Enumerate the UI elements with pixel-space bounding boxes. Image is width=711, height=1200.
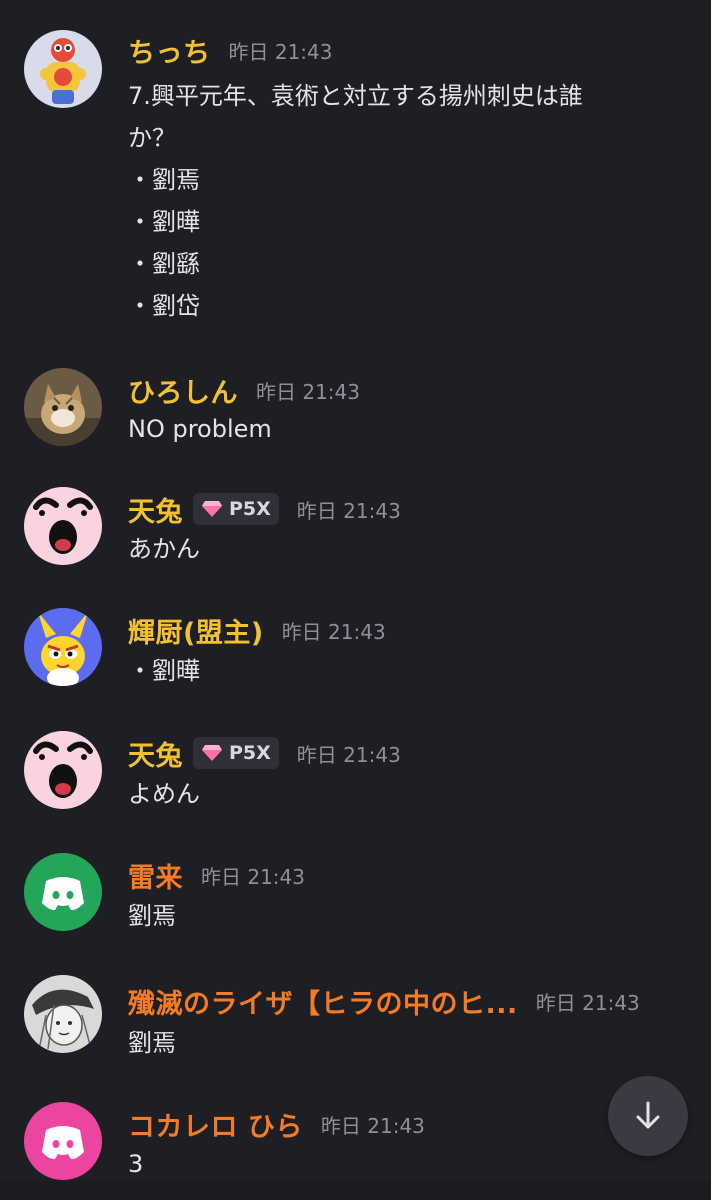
bottom-edge xyxy=(0,1182,711,1200)
message-header: 雷来 昨日 21:43 xyxy=(128,855,305,895)
discord-logo-icon xyxy=(42,877,84,911)
message-content: あかん xyxy=(128,535,200,563)
avatar[interactable] xyxy=(24,1102,102,1180)
gem-icon xyxy=(202,745,222,761)
server-tag-badge[interactable]: P5X xyxy=(193,737,279,769)
message-content: 7.興平元年、袁術と対立する揚州刺史は誰 か？ ・劉焉 ・劉曄 ・劉繇 ・劉岱 xyxy=(128,75,583,327)
gem-icon xyxy=(202,501,222,517)
author-name[interactable]: 殲滅のライザ【ヒラの中のヒ... xyxy=(128,982,518,1021)
timestamp: 昨日 21:43 xyxy=(296,498,401,523)
message-line: ・劉繇 xyxy=(128,250,200,278)
timestamp: 昨日 21:43 xyxy=(228,39,333,64)
message-content: 劉焉 xyxy=(128,902,176,930)
avatar-image xyxy=(24,368,102,446)
timestamp: 昨日 21:43 xyxy=(535,990,640,1015)
avatar-image xyxy=(24,1102,102,1180)
avatar-image xyxy=(24,975,102,1053)
author-name[interactable]: 雷来 xyxy=(128,856,183,895)
timestamp: 昨日 21:43 xyxy=(296,742,401,767)
badge-label: P5X xyxy=(229,498,271,520)
timestamp: 昨日 21:43 xyxy=(256,379,360,404)
message-content: 3 xyxy=(128,1150,144,1178)
avatar-image xyxy=(24,731,102,809)
avatar[interactable] xyxy=(24,368,102,446)
message-line: ・劉岱 xyxy=(128,292,200,320)
message-header: ひろしん 昨日 21:43 xyxy=(128,370,360,410)
message-header: 輝厨(盟主) 昨日 21:43 xyxy=(128,610,386,650)
author-name[interactable]: 輝厨(盟主) xyxy=(128,611,264,650)
timestamp: 昨日 21:43 xyxy=(320,1113,425,1138)
scroll-to-bottom-button[interactable] xyxy=(608,1076,688,1156)
timestamp: 昨日 21:43 xyxy=(201,864,305,889)
avatar[interactable] xyxy=(24,975,102,1053)
avatar[interactable] xyxy=(24,30,102,108)
message-content: よめん xyxy=(128,780,200,808)
message-line: ・劉曄 xyxy=(128,208,200,236)
author-name[interactable]: ちっち xyxy=(128,31,211,70)
author-name[interactable]: ひろしん xyxy=(128,371,238,410)
arrow-down-icon xyxy=(636,1101,660,1129)
avatar[interactable] xyxy=(24,731,102,809)
avatar-image xyxy=(24,30,102,108)
message-line: ・劉焉 xyxy=(128,166,200,194)
message-content: NO problem xyxy=(128,415,272,443)
avatar[interactable] xyxy=(24,608,102,686)
timestamp: 昨日 21:43 xyxy=(281,619,386,644)
avatar-image xyxy=(24,853,102,931)
message-header: コカレロ ひら 昨日 21:43 xyxy=(128,1104,425,1144)
message-header: 殲滅のライザ【ヒラの中のヒ... 昨日 21:43 xyxy=(128,981,640,1021)
message-header: 天兔 P5X 昨日 21:43 xyxy=(128,733,401,773)
avatar[interactable] xyxy=(24,853,102,931)
message-line: 7.興平元年、袁術と対立する揚州刺史は誰 xyxy=(128,82,583,110)
discord-logo-icon xyxy=(42,1126,84,1160)
avatar[interactable] xyxy=(24,487,102,565)
badge-label: P5X xyxy=(229,742,271,764)
author-name[interactable]: 天兔 xyxy=(128,490,183,529)
message-content: ・劉曄 xyxy=(128,657,200,685)
message-header: 天兔 P5X 昨日 21:43 xyxy=(128,489,401,529)
chat-message-list[interactable]: ちっち 昨日 21:43 7.興平元年、袁術と対立する揚州刺史は誰 か？ ・劉焉… xyxy=(0,0,711,1200)
author-name[interactable]: コカレロ ひら xyxy=(128,1105,303,1144)
server-tag-badge[interactable]: P5X xyxy=(193,493,279,525)
author-name[interactable]: 天兔 xyxy=(128,734,183,773)
message-content: 劉焉 xyxy=(128,1029,176,1057)
avatar-image xyxy=(24,608,102,686)
message-line: か？ xyxy=(128,124,176,152)
avatar-image xyxy=(24,487,102,565)
message-header: ちっち 昨日 21:43 xyxy=(128,30,333,70)
